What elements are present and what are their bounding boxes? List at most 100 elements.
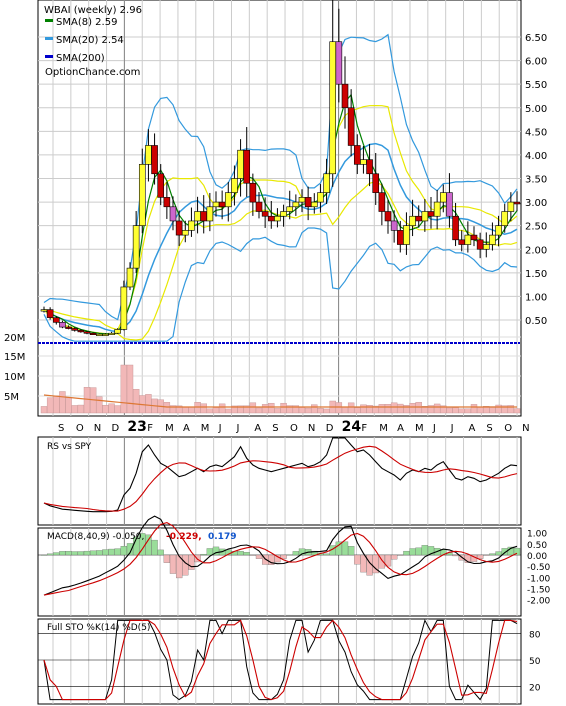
- price-tick-label: 6.00: [525, 57, 547, 68]
- volume-bar: [403, 404, 410, 414]
- month-label: A: [397, 423, 404, 434]
- candle-body: [507, 201, 515, 212]
- candle-body: [188, 220, 195, 231]
- volume-bar: [280, 402, 287, 414]
- month-label: O: [504, 423, 512, 434]
- macd-tick-label: -1.50: [527, 585, 551, 595]
- volume-bar: [384, 404, 392, 414]
- macd-hist-bar: [96, 550, 103, 556]
- volume-bar: [249, 402, 257, 414]
- macd-hist-bar: [249, 554, 257, 556]
- candle-body: [40, 309, 48, 312]
- volume-bar: [513, 408, 521, 414]
- candle-body: [489, 234, 496, 245]
- volume-bar: [390, 402, 398, 414]
- candle-body: [329, 41, 337, 175]
- month-label: A: [183, 423, 190, 434]
- candle-body: [157, 173, 165, 198]
- macd-hist-bar: [114, 548, 121, 556]
- macd-tick-label: -1.00: [527, 574, 551, 584]
- volume-bar: [71, 405, 78, 414]
- macd-hist-bar: [421, 545, 429, 556]
- volume-bar: [274, 408, 281, 414]
- macd-hist-bar: [65, 551, 72, 556]
- candle-body: [470, 234, 478, 241]
- candle-body: [310, 201, 318, 208]
- macd-title: MACD(8,40,9) -0.050,: [47, 532, 144, 542]
- candle-body: [243, 149, 251, 184]
- price-tick-label: 4.00: [525, 151, 547, 162]
- macd-hist-bar: [83, 550, 91, 556]
- volume-bar: [495, 404, 502, 414]
- price-tick-label: 5.00: [525, 104, 547, 115]
- month-label: M: [201, 423, 210, 434]
- volume-tick-label: 20M: [4, 333, 25, 344]
- candle-body: [495, 225, 502, 236]
- macd-hist-bar: [169, 554, 177, 574]
- price-tick-label: 0.50: [525, 316, 547, 327]
- month-label: D: [326, 423, 334, 434]
- volume-bar: [341, 406, 349, 414]
- candle-body: [261, 211, 269, 217]
- candle-body: [151, 145, 158, 175]
- macd-signal-value: -0.229,: [166, 532, 202, 542]
- candle-body: [83, 331, 91, 334]
- sma20-swatch: [45, 37, 53, 40]
- volume-bar: [347, 402, 355, 414]
- candle-body: [77, 330, 85, 333]
- volume-bar: [194, 402, 201, 414]
- candle-body: [476, 239, 484, 250]
- volume-bar: [335, 402, 343, 414]
- candle-body: [501, 211, 509, 226]
- candle-body: [267, 215, 275, 222]
- macd-hist-bar: [255, 554, 263, 559]
- macd-hist-bar: [243, 552, 250, 556]
- candle-body: [403, 225, 410, 245]
- macd-hist-bar: [390, 554, 398, 560]
- macd-hist-bar: [46, 553, 54, 556]
- volume-bar: [182, 407, 189, 414]
- macd-hist-bar: [200, 553, 207, 556]
- rs-title: RS vs SPY: [47, 442, 92, 452]
- candle-body: [335, 41, 343, 85]
- volume-bar: [409, 402, 416, 414]
- sto-tick-label: 80: [529, 631, 541, 641]
- legend-sma8: SMA(8) 2.59: [56, 17, 117, 28]
- chart-title: WBAI (weekly) 2.96: [44, 5, 142, 16]
- watermark: OptionChance.com: [45, 67, 140, 78]
- volume-bar: [433, 403, 441, 414]
- candle-body: [341, 83, 349, 109]
- month-label: 24: [342, 419, 362, 435]
- candle-body: [292, 201, 300, 208]
- candle-body: [175, 220, 183, 236]
- volume-bar: [188, 406, 195, 414]
- volume-bar: [323, 408, 330, 414]
- candle-body: [169, 206, 177, 222]
- candle-body: [59, 322, 66, 328]
- volume-bar: [225, 408, 232, 414]
- month-label: N: [94, 423, 101, 434]
- candle-body: [366, 159, 373, 175]
- candle-body: [120, 286, 128, 330]
- candle-body: [145, 145, 152, 165]
- sma8-swatch: [45, 19, 53, 22]
- stock-chart: 6.50 6.00 5.50 5.00 4.50 4.00 3.50 3.00 2.50 2.00…: [4, 0, 551, 705]
- legend-sma20: SMA(20) 2.54: [56, 35, 124, 46]
- macd-hist-bar: [206, 548, 214, 556]
- candle-body: [132, 225, 140, 269]
- month-label: D: [112, 423, 120, 434]
- candle-body: [372, 173, 380, 193]
- macd-hist-bar: [280, 554, 287, 559]
- month-label: 23: [127, 419, 146, 435]
- macd-tick-label: -0.50: [527, 563, 551, 573]
- price-tick-label: 3.00: [525, 198, 547, 209]
- candle-body: [237, 149, 244, 179]
- month-label: J: [432, 423, 436, 434]
- candle-body: [427, 211, 435, 217]
- price-tick-label: 2.50: [525, 222, 547, 233]
- candle-body: [138, 164, 146, 226]
- volume-bar: [65, 397, 72, 414]
- candle-body: [415, 215, 423, 222]
- month-label: F: [361, 423, 367, 434]
- candle-body: [347, 107, 355, 146]
